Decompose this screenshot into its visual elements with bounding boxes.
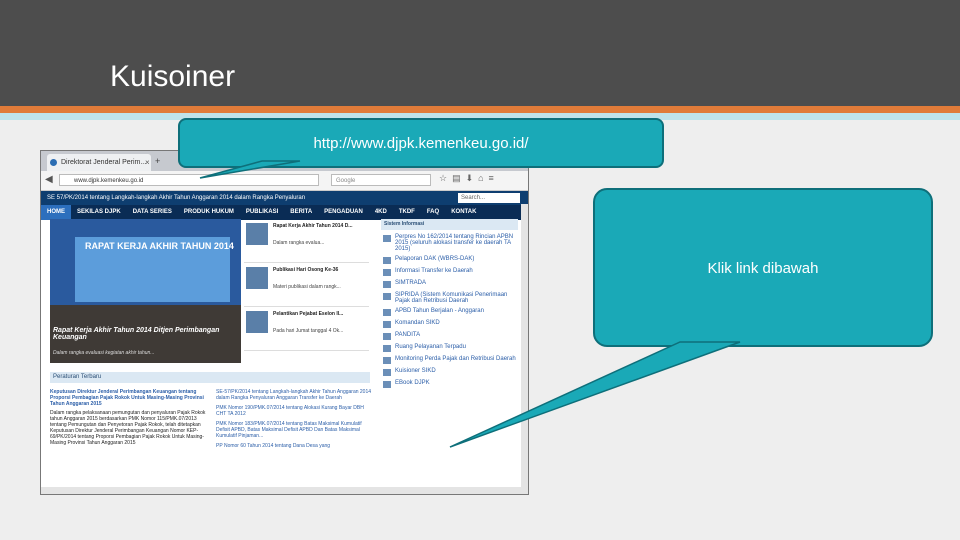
new-tab-button[interactable]: + [155,156,160,166]
address-toolbar: ◀ www.djpk.kemenkeu.go.id Google ☆▤⬇⌂≡ [41,171,528,191]
news-thumbnail [246,223,268,245]
info-panel-heading: Sistem Informasi [381,219,518,230]
browser-tab[interactable]: Direktorat Jenderal Perim... × [47,154,151,171]
toolbar-icons[interactable]: ☆▤⬇⌂≡ [439,173,499,184]
hero-banner-title: RAPAT KERJA AKHIR TAHUN 2014 [85,241,234,251]
info-link-label: SIPRIDA (Sistem Komunikasi Penerimaan Pa… [395,292,508,304]
info-link[interactable]: SIMTRADA [381,280,518,288]
browser-tab-label: Direktorat Jenderal Perim... [61,159,147,166]
info-link-label: Kuisioner SIKD [395,368,436,374]
info-link-icon [383,357,391,364]
site-nav-item[interactable]: FAQ [421,205,445,220]
url-field[interactable]: www.djpk.kemenkeu.go.id [59,174,319,186]
site-nav-item[interactable]: HOME [41,205,71,220]
news-title: Pelantikan Pejabat Eselon II... [273,311,344,317]
hint-callout-text: Klik link dibawah [707,260,819,277]
regulation-featured: Keputusan Direktur Jenderal Perimbangan … [50,389,210,446]
info-link-label: Informasi Transfer ke Daerah [395,268,473,274]
info-link[interactable]: Kuisioner SIKD [381,368,518,376]
info-link-icon [383,293,391,300]
news-item[interactable]: Pelantikan Pejabat Eselon II... Pada hari… [244,307,369,351]
info-link[interactable]: Ruang Pelayanan Terpadu [381,344,518,352]
news-title: Publikasi Hari Osong Ke-36 [273,267,339,273]
news-desc: Materi publikasi dalam rangk... [273,284,341,290]
info-link-icon [383,345,391,352]
info-panel: Sistem Informasi Perpres No 162/2014 ten… [381,219,518,388]
info-link-icon [383,333,391,340]
horizontal-scrollbar[interactable] [41,487,528,494]
site-nav-item[interactable]: PUBLIKASI [240,205,284,220]
regulation-featured-body: Dalam rangka pelaksanaan pemungutan dan … [50,410,206,446]
site-nav-item[interactable]: 4KD [369,205,393,220]
regulation-list: SE-57/PK/2014 tentang Langkah-langkah Ak… [216,389,372,453]
regulations-heading: Peraturan Terbaru [50,372,370,383]
regulation-featured-link[interactable]: Keputusan Direktur Jenderal Perimbangan … [50,389,210,407]
news-desc: Dalam rangka evalua... [273,240,325,246]
info-link-label: Perpres No 162/2014 tentang Rincian APBN… [395,234,514,252]
news-list: Rapat Kerja Akhir Tahun 2014 D... Dalam r… [244,219,369,351]
hint-callout: Klik link dibawah [593,188,933,347]
site-nav-item[interactable]: BERITA [284,205,318,220]
info-link-label: APBD Tahun Berjalan - Anggaran [395,308,484,314]
info-link[interactable]: Monitoring Perda Pajak dan Retribusi Dae… [381,356,518,364]
info-link-label: EBook DJPK [395,380,430,386]
info-link[interactable]: Komandan SIKD [381,320,518,328]
info-link-icon [383,369,391,376]
info-link-icon [383,321,391,328]
info-link-icon [383,235,391,242]
info-link-icon [383,281,391,288]
info-link-label: SIMTRADA [395,280,427,286]
info-link-label: Ruang Pelayanan Terpadu [395,344,466,350]
site-nav-item[interactable]: TKDF [393,205,421,220]
site-search-input[interactable]: Search... [458,193,520,203]
hero-subcaption: Dalam rangka evaluasi kegiatan akhir tah… [53,350,155,356]
news-thumbnail [246,311,268,333]
info-link[interactable]: PANDITA [381,332,518,340]
accent-stripe [0,106,960,113]
favicon-icon [50,159,57,166]
info-link-label: Komandan SIKD [395,320,440,326]
back-icon[interactable]: ◀ [45,174,53,185]
close-tab-icon[interactable]: × [145,154,150,171]
site-header: SE 57/PK/2014 tentang Langkah-langkah Ak… [41,191,528,205]
news-desc: Pada hari Jumat tanggal 4 Ok... [273,328,344,334]
site-nav-item[interactable]: PENGADUAN [318,205,369,220]
regulation-link[interactable]: SE-57/PK/2014 tentang Langkah-langkah Ak… [216,389,372,401]
regulation-link[interactable]: PMK Nomor 190/PMK.07/2014 tentang Alokas… [216,405,372,417]
regulation-link[interactable]: PMK Nomor 183/PMK.07/2014 tentang Batas … [216,421,372,439]
info-link-label: Monitoring Perda Pajak dan Retribusi Dae… [395,356,516,362]
hero-caption: Rapat Kerja Akhir Tahun 2014 Ditjen Peri… [53,327,220,341]
info-link[interactable]: Perpres No 162/2014 tentang Rincian APBN… [381,234,518,252]
regulation-link[interactable]: PP Nomor 60 Tahun 2014 tentang Dana Desa… [216,443,372,449]
info-link[interactable]: SIPRIDA (Sistem Komunikasi Penerimaan Pa… [381,292,518,304]
site-nav-item[interactable]: DATA SERIES [127,205,178,220]
url-callout-text: http://www.djpk.kemenkeu.go.id/ [313,135,529,152]
browser-screenshot: Direktorat Jenderal Perim... × + ◀ www.d… [40,150,529,495]
info-link-label: Pelaporan DAK (WBRS-DAK) [395,256,475,262]
info-link[interactable]: EBook DJPK [381,380,518,388]
info-link-label: PANDITA [395,332,421,338]
site-nav: HOME SEKILAS DJPK DATA SERIES PRODUK HUKUM P… [41,205,528,220]
url-callout: http://www.djpk.kemenkeu.go.id/ [178,118,664,168]
slide-title: Kuisoiner [110,60,236,93]
site-header-text: SE 57/PK/2014 tentang Langkah-langkah Ak… [47,195,306,201]
site-nav-item[interactable]: KONTAK [445,205,482,220]
info-link-icon [383,309,391,316]
info-link-icon [383,257,391,264]
info-link-icon [383,269,391,276]
info-link[interactable]: Pelaporan DAK (WBRS-DAK) [381,256,518,264]
vertical-scrollbar[interactable] [521,204,528,494]
news-thumbnail [246,267,268,289]
search-input[interactable]: Google [331,174,431,186]
hero-image[interactable]: RAPAT KERJA AKHIR TAHUN 2014 Rapat Kerja… [50,219,241,363]
site-nav-item[interactable]: SEKILAS DJPK [71,205,127,220]
site-nav-item[interactable]: PRODUK HUKUM [178,205,240,220]
info-link-icon [383,381,391,388]
news-item[interactable]: Rapat Kerja Akhir Tahun 2014 D... Dalam r… [244,219,369,263]
news-item[interactable]: Publikasi Hari Osong Ke-36 Materi publika… [244,263,369,307]
news-title: Rapat Kerja Akhir Tahun 2014 D... [273,223,353,229]
info-link[interactable]: Informasi Transfer ke Daerah [381,268,518,276]
regulations-panel: Peraturan Terbaru Keputusan Direktur Jen… [50,372,371,449]
info-link[interactable]: APBD Tahun Berjalan - Anggaran [381,308,518,316]
